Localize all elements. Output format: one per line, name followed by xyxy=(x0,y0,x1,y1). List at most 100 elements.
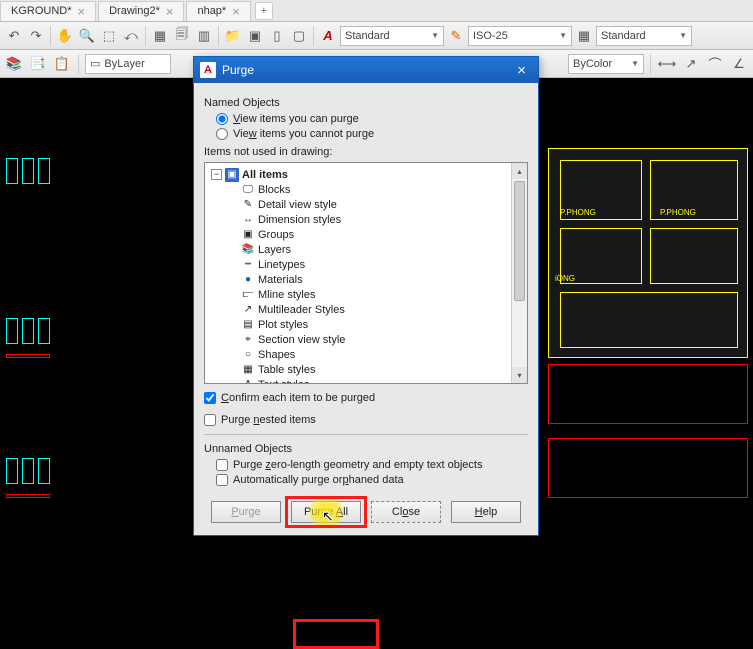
collapse-icon[interactable]: − xyxy=(211,169,222,180)
tree-item-dimension[interactable]: ↔Dimension styles xyxy=(207,212,525,227)
help-button[interactable]: Help xyxy=(451,501,521,523)
check-confirm[interactable]: Confirm each item to be purged xyxy=(204,392,528,404)
scroll-thumb[interactable] xyxy=(514,181,525,301)
tree-item-materials[interactable]: ●Materials xyxy=(207,272,525,287)
table-style-combo[interactable]: Standard ▼ xyxy=(596,26,692,46)
checkbox-input[interactable] xyxy=(216,474,228,486)
tab-drawing2[interactable]: Drawing2* × xyxy=(98,1,184,21)
tree-item-blocks[interactable]: 🖵Blocks xyxy=(207,182,525,197)
check-orphaned[interactable]: Automatically purge orphaned data xyxy=(216,474,528,486)
drawing-object xyxy=(6,458,18,484)
main-toolbar: ↶ ↷ ✋ 🔍 ⬚ ⤺ ▦ 🗐 ▥ 📁 ▣ ▯ ▢ A Standard ▼ ✎… xyxy=(0,22,753,50)
dialog-buttons: Purge Purge All Close Help xyxy=(194,493,538,535)
tree-item-groups[interactable]: ▣Groups xyxy=(207,227,525,242)
sheet-icon[interactable]: 🗐 xyxy=(172,26,192,46)
tree-item-plot[interactable]: ▤Plot styles xyxy=(207,317,525,332)
tree-item-text[interactable]: AText styles xyxy=(207,377,525,383)
radio-label: View items you can purge xyxy=(233,113,359,125)
text-style-combo[interactable]: Standard ▼ xyxy=(340,26,444,46)
color-combo[interactable]: ByColor ▼ xyxy=(568,54,644,74)
close-icon[interactable]: × xyxy=(232,4,240,19)
zoom-window-icon[interactable]: ⬚ xyxy=(99,26,119,46)
scroll-up-icon[interactable]: ▴ xyxy=(512,163,527,179)
zoom-extents-icon[interactable]: 🔍 xyxy=(77,26,97,46)
checkbox-input[interactable] xyxy=(216,459,228,471)
layer-manager-icon[interactable]: 📚 xyxy=(4,54,24,74)
radio-view-cannot-purge[interactable]: View items you cannot purge xyxy=(216,128,528,140)
tab-nhap[interactable]: nhap* × xyxy=(186,1,250,21)
mline-icon: ⫍ xyxy=(241,288,255,302)
purge-all-button[interactable]: Purge All xyxy=(291,501,361,523)
table-style-icon[interactable]: ▦ xyxy=(574,26,594,46)
tool-palette-icon[interactable]: ▥ xyxy=(194,26,214,46)
markup-icon[interactable]: ▢ xyxy=(289,26,309,46)
dim-style-icon[interactable]: ✎ xyxy=(446,26,466,46)
tree-item-section[interactable]: ⌖Section view style xyxy=(207,332,525,347)
tree-scrollbar[interactable]: ▴ ▾ xyxy=(511,163,527,383)
undo-icon[interactable]: ↶ xyxy=(4,26,24,46)
text-style-icon[interactable]: A xyxy=(318,26,338,46)
check-label: Automatically purge orphaned data xyxy=(233,474,404,486)
drawing-object xyxy=(548,438,748,498)
tree-item-table[interactable]: ▦Table styles xyxy=(207,362,525,377)
design-center-icon[interactable]: 📁 xyxy=(223,26,243,46)
chevron-down-icon: ▼ xyxy=(431,31,439,40)
close-icon[interactable]: × xyxy=(511,62,532,79)
tree-label: All items xyxy=(242,169,288,181)
purge-button[interactable]: Purge xyxy=(211,501,281,523)
check-nested[interactable]: Purge nested items xyxy=(204,414,528,426)
radio-input[interactable] xyxy=(216,113,228,125)
dim-linear-icon[interactable]: ⟷ xyxy=(657,54,677,74)
tree-item-linetypes[interactable]: ┅Linetypes xyxy=(207,257,525,272)
layer-combo[interactable]: ▭ ByLayer xyxy=(85,54,171,74)
layer-prev-icon[interactable]: 📋 xyxy=(52,54,72,74)
tree-scroll[interactable]: − ▣ All items 🖵Blocks ✎Detail view style… xyxy=(205,163,527,383)
drawing-object xyxy=(6,494,50,498)
layer-state-icon[interactable]: 📑 xyxy=(28,54,48,74)
dim-angular-icon[interactable]: ∠ xyxy=(729,54,749,74)
items-tree[interactable]: − ▣ All items 🖵Blocks ✎Detail view style… xyxy=(204,162,528,384)
check-zero-length[interactable]: Purge zero-length geometry and empty tex… xyxy=(216,459,528,471)
dialog-titlebar[interactable]: A Purge × xyxy=(194,57,538,83)
tab-kground[interactable]: KGROUND* × xyxy=(0,1,96,21)
block-icon[interactable]: ▣ xyxy=(245,26,265,46)
layout-icon[interactable]: ▯ xyxy=(267,26,287,46)
tab-label: nhap* xyxy=(197,5,226,17)
add-tab-button[interactable]: + xyxy=(255,2,273,20)
dim-style-combo[interactable]: ISO-25 ▼ xyxy=(468,26,572,46)
pan-icon[interactable]: ✋ xyxy=(55,26,75,46)
drawing-object xyxy=(6,354,50,358)
close-icon[interactable]: × xyxy=(78,4,86,19)
scroll-down-icon[interactable]: ▾ xyxy=(512,367,527,383)
tree-label: Blocks xyxy=(258,184,290,196)
tree-item-shapes[interactable]: ○Shapes xyxy=(207,347,525,362)
properties-icon[interactable]: ▦ xyxy=(150,26,170,46)
drawing-object xyxy=(38,458,50,484)
text-label: iONG xyxy=(555,274,575,283)
tree-item-detail-view[interactable]: ✎Detail view style xyxy=(207,197,525,212)
tree-label: Detail view style xyxy=(258,199,337,211)
checkbox-input[interactable] xyxy=(204,392,216,404)
dim-aligned-icon[interactable]: ↗ xyxy=(681,54,701,74)
dim-arc-icon[interactable]: ⌒ xyxy=(705,54,725,74)
dialog-body: Named Objects View items you can purge V… xyxy=(194,83,538,493)
tree-root[interactable]: − ▣ All items xyxy=(207,167,525,182)
all-items-icon: ▣ xyxy=(225,168,239,182)
radio-input[interactable] xyxy=(216,128,228,140)
zoom-prev-icon[interactable]: ⤺ xyxy=(121,26,141,46)
separator xyxy=(650,54,651,74)
tree-item-mline[interactable]: ⫍Mline styles xyxy=(207,287,525,302)
radio-view-can-purge[interactable]: View items you can purge xyxy=(216,113,528,125)
close-button[interactable]: Close xyxy=(371,501,441,523)
checkbox-input[interactable] xyxy=(204,414,216,426)
tree-item-multileader[interactable]: ↗Multileader Styles xyxy=(207,302,525,317)
close-icon[interactable]: × xyxy=(166,4,174,19)
button-label: Close xyxy=(392,506,420,518)
tree-label: Mline styles xyxy=(258,289,315,301)
chevron-down-icon: ▼ xyxy=(559,31,567,40)
separator xyxy=(50,26,51,46)
plot-icon: ▤ xyxy=(241,318,255,332)
redo-icon[interactable]: ↷ xyxy=(26,26,46,46)
tree-item-layers[interactable]: 📚Layers xyxy=(207,242,525,257)
separator xyxy=(145,26,146,46)
